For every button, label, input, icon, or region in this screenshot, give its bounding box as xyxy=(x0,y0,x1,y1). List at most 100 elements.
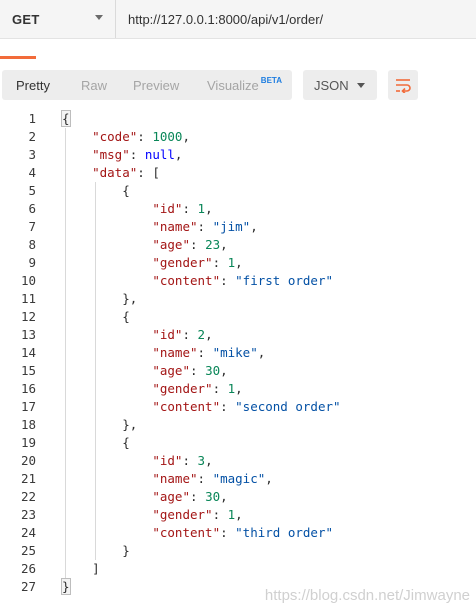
code-line: 11}, xyxy=(0,290,476,308)
code-line: 12 { xyxy=(0,308,476,326)
code-text: "code": 1000, xyxy=(92,129,190,144)
code-line: 19 { xyxy=(0,434,476,452)
line-number: 12 xyxy=(20,309,36,324)
method-label: GET xyxy=(12,11,40,27)
code-text: "gender": 1, xyxy=(152,507,243,522)
code-line: 16 "gender": 1, xyxy=(0,380,476,398)
tab-visualize-label: Visualize xyxy=(207,77,259,93)
code-line: 15 "age": 30, xyxy=(0,362,476,380)
line-number: 27 xyxy=(20,579,36,594)
code-line: 17 "content": "second order" xyxy=(0,398,476,416)
response-body[interactable]: 1{2 "code": 1000, 3 "msg": null, 4 "data": [5… xyxy=(0,110,476,596)
line-number: 21 xyxy=(20,471,36,486)
code-text: { xyxy=(61,110,71,127)
code-text: "id": 3, xyxy=(152,453,213,468)
url-input[interactable]: http://127.0.0.1:8000/api/v1/order/ xyxy=(128,0,323,38)
line-number: 17 xyxy=(20,399,36,414)
line-number: 18 xyxy=(20,417,36,432)
wrap-lines-icon xyxy=(396,79,411,93)
code-text: } xyxy=(122,543,130,558)
line-number: 26 xyxy=(20,561,36,576)
code-line: 5{ xyxy=(0,182,476,200)
code-line: 14 "name": "mike", xyxy=(0,344,476,362)
line-number: 20 xyxy=(20,453,36,468)
line-number: 24 xyxy=(20,525,36,540)
code-line: 2 "code": 1000, xyxy=(0,128,476,146)
line-number: 4 xyxy=(28,165,36,180)
code-line: 24 "content": "third order" xyxy=(0,524,476,542)
line-number: 8 xyxy=(28,237,36,252)
watermark: https://blog.csdn.net/Jimwayne xyxy=(264,587,470,604)
line-number: 15 xyxy=(20,363,36,378)
method-select[interactable]: GET xyxy=(0,0,116,38)
code-text: "gender": 1, xyxy=(152,255,243,270)
code-text: "content": "third order" xyxy=(152,525,333,540)
line-number: 6 xyxy=(28,201,36,216)
code-line: 6 "id": 1, xyxy=(0,200,476,218)
beta-badge: BETA xyxy=(260,75,282,85)
line-number: 3 xyxy=(28,147,36,162)
code-text: }, xyxy=(122,417,138,432)
line-number: 11 xyxy=(20,291,36,306)
tab-pretty[interactable]: Pretty xyxy=(16,70,50,100)
code-line: 1{ xyxy=(0,110,476,128)
code-text: "msg": null, xyxy=(92,147,183,162)
format-select[interactable]: JSON xyxy=(303,70,377,100)
code-line: 20 "id": 3, xyxy=(0,452,476,470)
code-text: "content": "first order" xyxy=(152,273,333,288)
code-text: "gender": 1, xyxy=(152,381,243,396)
code-line: 23 "gender": 1, xyxy=(0,506,476,524)
code-line: 3 "msg": null, xyxy=(0,146,476,164)
tab-preview[interactable]: Preview xyxy=(133,70,179,100)
format-label: JSON xyxy=(314,77,349,93)
code-text: { xyxy=(122,435,130,450)
tab-visualize[interactable]: Visualize BETA xyxy=(207,70,282,100)
line-number: 2 xyxy=(28,129,36,144)
code-line: 18}, xyxy=(0,416,476,434)
code-text: { xyxy=(122,309,130,324)
code-line: 26] xyxy=(0,560,476,578)
code-text: "name": "mike", xyxy=(152,345,266,360)
code-text: { xyxy=(122,183,130,198)
code-text: "data": [ xyxy=(92,165,160,180)
code-text: "content": "second order" xyxy=(152,399,341,414)
code-line: 22 "age": 30, xyxy=(0,488,476,506)
line-number: 7 xyxy=(28,219,36,234)
code-text: "id": 1, xyxy=(152,201,213,216)
line-number: 13 xyxy=(20,327,36,342)
code-line: 7 "name": "jim", xyxy=(0,218,476,236)
view-mode-segment: Pretty Raw Preview Visualize BETA xyxy=(2,70,292,100)
code-text: ] xyxy=(92,561,100,576)
line-number: 10 xyxy=(20,273,36,288)
line-number: 14 xyxy=(20,345,36,360)
line-number: 1 xyxy=(28,111,36,126)
code-text: "age": 23, xyxy=(152,237,228,252)
code-text: }, xyxy=(122,291,138,306)
code-line: 25} xyxy=(0,542,476,560)
code-line: 8 "age": 23, xyxy=(0,236,476,254)
line-number: 22 xyxy=(20,489,36,504)
code-text: "name": "magic", xyxy=(152,471,273,486)
chevron-down-icon xyxy=(95,15,103,20)
code-text: "name": "jim", xyxy=(152,219,258,234)
code-text: "id": 2, xyxy=(152,327,213,342)
indent-guide xyxy=(65,128,66,578)
code-text: } xyxy=(61,578,71,595)
code-line: 9 "gender": 1, xyxy=(0,254,476,272)
indent-guide xyxy=(95,182,97,560)
line-number: 19 xyxy=(20,435,36,450)
response-view-bar: Pretty Raw Preview Visualize BETA JSON xyxy=(0,70,476,102)
code-line: 13 "id": 2, xyxy=(0,326,476,344)
line-number: 25 xyxy=(20,543,36,558)
chevron-down-icon xyxy=(357,83,365,88)
line-number: 9 xyxy=(28,255,36,270)
tab-raw[interactable]: Raw xyxy=(81,70,107,100)
line-number: 5 xyxy=(28,183,36,198)
line-number: 16 xyxy=(20,381,36,396)
wrap-lines-button[interactable] xyxy=(388,70,418,100)
request-bar: GET http://127.0.0.1:8000/api/v1/order/ xyxy=(0,0,476,39)
code-text: "age": 30, xyxy=(152,489,228,504)
code-line: 10 "content": "first order" xyxy=(0,272,476,290)
active-tab-indicator xyxy=(0,56,36,59)
code-line: 4 "data": [ xyxy=(0,164,476,182)
